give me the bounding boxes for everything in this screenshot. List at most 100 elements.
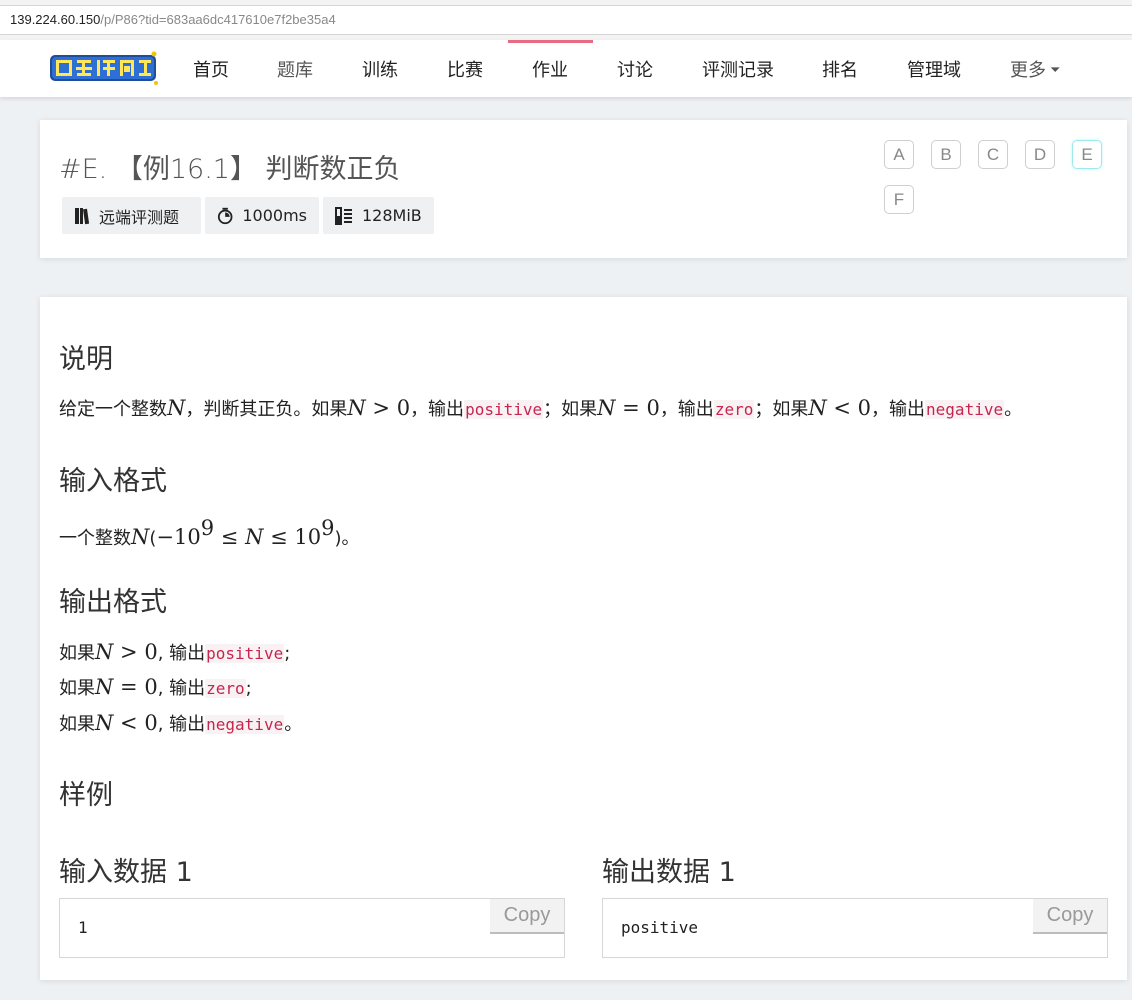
desc-part: ；如果: [754, 399, 809, 420]
url-path: /p/P86?tid=683aa6dc417610e7f2be35a4: [100, 12, 336, 27]
problem-title: #E. 【例16.1】 判断数正负: [59, 154, 401, 185]
math-number: −10: [156, 525, 201, 549]
nav-discuss[interactable]: 讨论: [617, 56, 653, 82]
inline-code-positive: positive: [205, 644, 285, 663]
output-part: , 输出: [157, 678, 206, 699]
sample-input-value: 1: [78, 918, 88, 937]
math-op: ≤: [263, 525, 295, 549]
desc-part: ，输出: [410, 399, 465, 420]
math-exponent: 9: [321, 516, 335, 540]
inline-code-zero: zero: [713, 400, 755, 419]
math-op: > 0: [365, 396, 411, 420]
math-op: > 0: [113, 640, 158, 664]
badge-memory-limit: 128MiB: [323, 197, 434, 234]
math-op: = 0: [113, 675, 158, 699]
badge-judge-type: 远端评测题: [62, 197, 201, 234]
desc-part: ，判断其正负。如果: [185, 399, 348, 420]
nav-problems[interactable]: 题库: [277, 56, 313, 82]
chevron-down-icon: ⏷: [1050, 63, 1061, 78]
output-part: , 输出: [157, 643, 206, 664]
problem-nav-b[interactable]: B: [931, 140, 961, 169]
desc-part: ；如果: [543, 399, 598, 420]
output-part: 。: [284, 714, 303, 735]
output-line-2: 如果N = 0, 输出zero;: [59, 674, 252, 700]
section-description-heading: 说明: [59, 344, 113, 375]
output-part: , 输出: [157, 714, 206, 735]
sample-output-value: positive: [621, 918, 699, 937]
input-part: ): [334, 528, 342, 549]
badge-memory-limit-text: 128MiB: [362, 206, 422, 225]
nav-homework[interactable]: 作业: [532, 56, 568, 82]
top-navbar: 首页 题库 训练 比赛 作业 讨论 评测记录 排名 管理域 更多 ⏷: [0, 40, 1132, 97]
inline-code-negative: negative: [925, 400, 1005, 419]
output-part: 如果: [59, 678, 95, 699]
input-part: 一个整数: [59, 528, 131, 549]
math-var-n: N: [597, 396, 616, 420]
nav-home[interactable]: 首页: [193, 56, 229, 82]
output-part: 如果: [59, 714, 95, 735]
site-logo[interactable]: [48, 49, 160, 87]
inline-code-zero: zero: [205, 679, 246, 698]
sample-input-label: 输入数据 1: [59, 857, 193, 888]
math-exponent: 9: [200, 516, 215, 540]
book-icon: [75, 207, 90, 224]
math-var-n: N: [95, 675, 114, 699]
section-samples-heading: 样例: [59, 780, 113, 811]
nav-ranking[interactable]: 排名: [822, 56, 858, 82]
desc-part: 给定一个整数: [59, 399, 167, 420]
badge-judge-type-text: 远端评测题: [99, 207, 180, 227]
description-text: 给定一个整数N，判断其正负。如果N > 0，输出positive；如果N = 0…: [59, 395, 1022, 421]
section-input-heading: 输入格式: [59, 466, 167, 497]
math-var-n: N: [95, 711, 114, 735]
inline-code-positive: positive: [464, 400, 544, 419]
input-part: 。: [341, 528, 360, 549]
math-var-n: N: [808, 396, 827, 420]
nav-training[interactable]: 训练: [362, 56, 398, 82]
problem-header-card: #E. 【例16.1】 判断数正负 远端评测题 1000ms 128MiB A …: [40, 120, 1127, 258]
copy-output-button[interactable]: Copy: [1033, 899, 1107, 934]
math-op: < 0: [826, 396, 872, 420]
output-part: 如果: [59, 643, 95, 664]
problem-nav-c[interactable]: C: [978, 140, 1008, 169]
desc-part: ，输出: [659, 399, 714, 420]
output-line-3: 如果N < 0, 输出negative。: [59, 710, 302, 736]
problem-nav-e[interactable]: E: [1072, 140, 1102, 169]
output-part: ;: [245, 678, 252, 699]
math-var-n: N: [95, 640, 114, 664]
math-var-n: N: [167, 396, 186, 420]
section-output-heading: 输出格式: [59, 587, 167, 618]
output-line-1: 如果N > 0, 输出positive;: [59, 639, 290, 665]
problem-content-card: 说明 给定一个整数N，判断其正负。如果N > 0，输出positive；如果N …: [40, 297, 1127, 980]
problem-nav-a[interactable]: A: [884, 140, 914, 169]
problem-nav-d[interactable]: D: [1025, 140, 1055, 169]
inline-code-negative: negative: [205, 715, 285, 734]
badge-time-limit: 1000ms: [205, 197, 319, 234]
sample-input-box: 1 Copy: [59, 898, 565, 958]
url-text[interactable]: 139.224.60.150/p/P86?tid=683aa6dc417610e…: [10, 12, 336, 27]
math-number: 10: [294, 525, 322, 549]
copy-input-button[interactable]: Copy: [490, 899, 564, 934]
math-op: < 0: [113, 711, 158, 735]
badge-time-limit-text: 1000ms: [242, 206, 307, 225]
math-var-n: N: [131, 525, 150, 549]
math-op: ≤: [214, 525, 246, 549]
memory-icon: [335, 206, 352, 225]
nav-records[interactable]: 评测记录: [702, 56, 774, 82]
sample-output-label: 输出数据 1: [602, 857, 736, 888]
browser-url-bar: 139.224.60.150/p/P86?tid=683aa6dc417610e…: [0, 0, 1132, 40]
desc-part: 。: [1004, 399, 1023, 420]
address-field[interactable]: 139.224.60.150/p/P86?tid=683aa6dc417610e…: [0, 5, 1132, 35]
nav-contest[interactable]: 比赛: [447, 56, 483, 82]
problem-nav-f[interactable]: F: [884, 185, 914, 214]
math-var-n: N: [347, 396, 366, 420]
output-part: ;: [284, 643, 291, 664]
nav-more[interactable]: 更多 ⏷: [1010, 56, 1060, 82]
math-var-n: N: [245, 525, 264, 549]
nav-domain[interactable]: 管理域: [907, 56, 961, 82]
stopwatch-icon: [217, 207, 233, 224]
url-host: 139.224.60.150: [10, 12, 101, 27]
sample-output-box: positive Copy: [602, 898, 1108, 958]
desc-part: ，输出: [871, 399, 926, 420]
nav-more-label: 更多: [1010, 60, 1046, 81]
input-format-text: 一个整数N(−109 ≤ N ≤ 109)。: [59, 516, 360, 550]
